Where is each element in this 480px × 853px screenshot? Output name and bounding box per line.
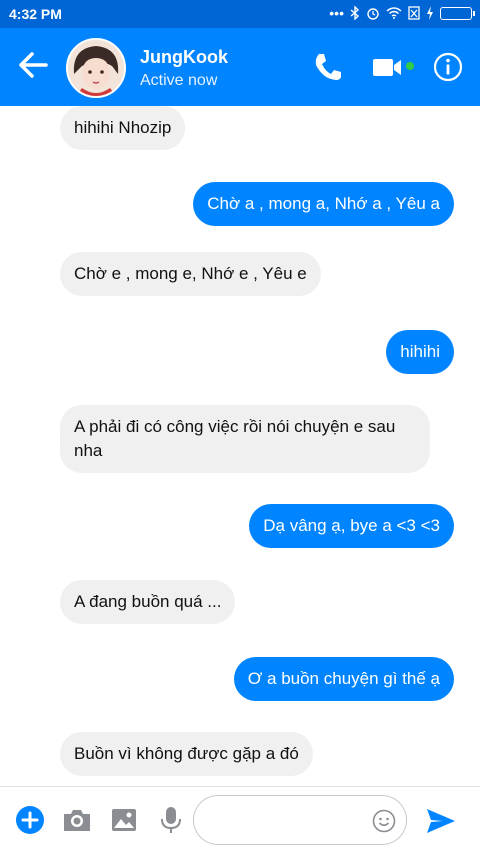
message-list[interactable]: hihihi Nhozip Chờ a , mong a, Nhớ a , Yê…	[0, 106, 480, 786]
online-indicator	[406, 62, 414, 70]
back-arrow-icon[interactable]	[16, 48, 50, 82]
dots-icon: •••	[329, 5, 344, 21]
message-composer	[0, 786, 480, 853]
outgoing-message[interactable]: hihihi	[386, 330, 454, 374]
info-icon[interactable]	[431, 50, 465, 84]
send-icon[interactable]	[425, 805, 457, 837]
incoming-message[interactable]: hihihi Nhozip	[60, 106, 186, 150]
incoming-message[interactable]: Chờ e , mong e, Nhớ e , Yêu e	[60, 252, 321, 296]
status-icons: •••	[329, 5, 475, 21]
emoji-icon[interactable]	[372, 809, 396, 833]
avatar[interactable]	[66, 38, 126, 98]
outgoing-message[interactable]: Chờ a , mong a, Nhớ a , Yêu a	[193, 182, 454, 226]
contact-status: Active now	[140, 72, 218, 89]
status-bar: 4:32 PM •••	[0, 0, 480, 28]
message-input-box[interactable]	[193, 795, 407, 845]
status-time: 4:32 PM	[9, 6, 62, 22]
chat-header: JungKook Active now	[0, 28, 480, 106]
contact-name[interactable]: JungKook	[140, 47, 228, 68]
incoming-message[interactable]: A đang buồn quá ...	[60, 580, 236, 624]
avatar-image	[68, 40, 124, 96]
camera-icon[interactable]	[61, 804, 93, 836]
phone-icon[interactable]	[311, 50, 345, 84]
wifi-icon	[386, 7, 402, 19]
image-icon[interactable]	[108, 804, 140, 836]
microphone-icon[interactable]	[155, 804, 187, 836]
charging-icon	[427, 6, 433, 20]
incoming-message[interactable]: Buồn vì không được gặp a đó	[60, 732, 313, 776]
plus-icon[interactable]	[14, 804, 46, 836]
video-icon[interactable]	[370, 50, 404, 84]
outgoing-message[interactable]: Ơ a buồn chuyện gì thế ạ	[233, 657, 454, 701]
sim-icon	[408, 6, 420, 20]
bluetooth-icon	[350, 6, 360, 20]
battery-icon	[440, 6, 475, 20]
outgoing-message[interactable]: Dạ vâng ạ, bye a <3 <3	[249, 504, 454, 548]
message-input[interactable]	[208, 808, 368, 832]
incoming-message[interactable]: A phải đi có công việc rồi nói chuyện e …	[60, 405, 430, 473]
alarm-icon	[367, 8, 379, 20]
